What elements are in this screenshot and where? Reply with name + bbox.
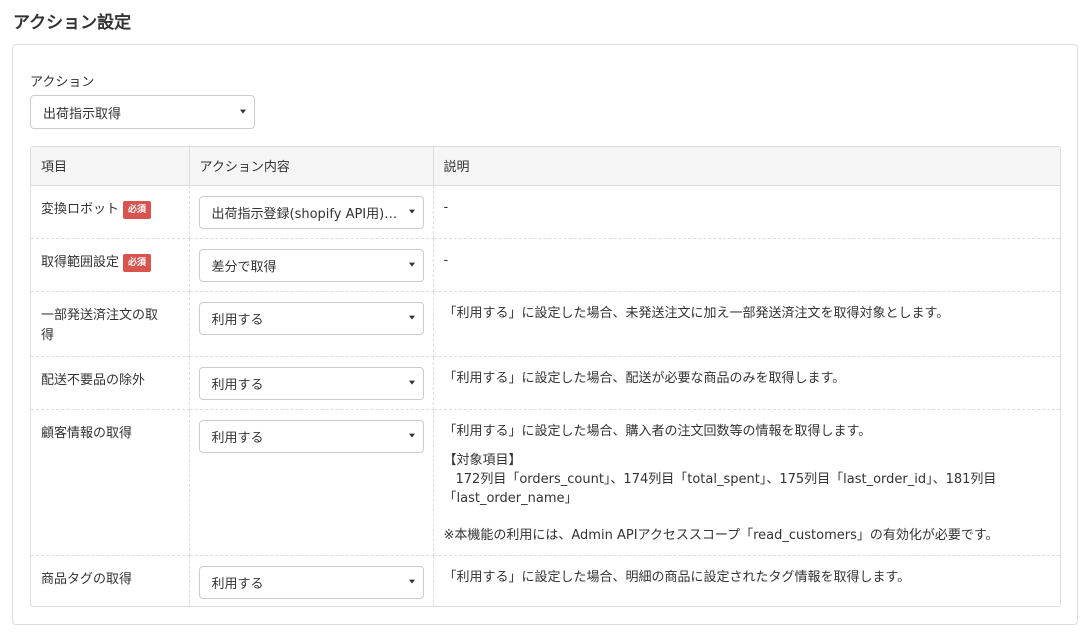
detail-line: 「last_order_name」 <box>443 490 578 506</box>
item-cell: 配送不要品の除外 <box>31 356 190 410</box>
item-label: 取得範囲設定 <box>41 254 120 270</box>
action-cell: 差分で取得 <box>189 238 434 292</box>
non-shipping-exclude-select[interactable]: 利用する <box>198 366 424 400</box>
item-label: 配送不要品の除外 <box>41 372 146 388</box>
item-cell: 変換ロボット 必須 <box>31 185 190 239</box>
select-value: 差分で取得 <box>211 259 277 275</box>
action-cell: 利用する <box>189 291 434 357</box>
action-cell: 利用する <box>189 555 434 606</box>
table-row: 取得範囲設定 必須 差分で取得 - <box>31 238 1060 292</box>
item-cell: 顧客情報の取得 <box>31 409 190 556</box>
description-text: - <box>443 199 449 215</box>
note-text: ※本機能の利用には、Admin APIアクセススコープ「read_custome… <box>443 527 999 543</box>
action-label: アクション <box>30 75 95 90</box>
header-description: 説明 <box>433 147 1060 186</box>
detail-title: 【対象項目】 <box>443 452 522 468</box>
caret-down-icon <box>408 433 415 438</box>
table-row: 配送不要品の除外 利用する 「利用する」に設定した場合、配送が必要な商品のみを取… <box>31 356 1060 410</box>
item-label: 顧客情報の取得 <box>41 425 133 441</box>
action-select-value: 出荷指示取得 <box>43 106 122 122</box>
table-row: 変換ロボット必須 出荷指示登録(shopify API用) - 既定 - <box>31 185 1060 239</box>
description-text: 「利用する」に設定した場合、配送が必要な商品のみを取得します。 <box>443 370 846 386</box>
range-select[interactable]: 差分で取得 <box>198 248 424 282</box>
table-row: 商品タグの取得 利用する 「利用する」に設定した場合、明細の商品に設定されたタグ… <box>31 555 1060 606</box>
description-cell: - <box>433 238 1060 292</box>
caret-down-icon <box>408 209 415 214</box>
action-cell: 利用する <box>189 409 434 556</box>
description-cell: 「利用する」に設定した場合、購入者の注文回数等の情報を取得します。 【対象項目】… <box>433 409 1060 556</box>
action-select[interactable]: 出荷指示取得 <box>30 95 255 129</box>
description-text: 「利用する」に設定した場合、未発送注文に加え一部発送済注文を取得対象とします。 <box>443 305 950 321</box>
page-title: アクション設定 <box>13 13 132 33</box>
description-text: 「利用する」に設定した場合、購入者の注文回数等の情報を取得します。 <box>443 423 872 439</box>
detail-line: 172列目「orders_count」、174列目「total_spent」、1… <box>455 471 997 487</box>
caret-down-icon <box>408 315 415 320</box>
customer-info-select[interactable]: 利用する <box>198 419 424 453</box>
product-tag-select[interactable]: 利用する <box>198 565 424 599</box>
header-item: 項目 <box>31 147 190 186</box>
description-cell: - <box>433 185 1060 239</box>
item-label: 一部発送済注文の取得 <box>41 307 159 343</box>
caret-down-icon <box>408 380 415 385</box>
caret-down-icon <box>408 579 415 584</box>
description-text: - <box>443 252 449 268</box>
description-cell: 「利用する」に設定した場合、配送が必要な商品のみを取得します。 <box>433 356 1060 410</box>
description-cell: 「利用する」に設定した場合、未発送注文に加え一部発送済注文を取得対象とします。 <box>433 291 1060 357</box>
table-row: 顧客情報の取得 利用する 「利用する」に設定した場合、購入者の注文回数等の情報を… <box>31 409 1060 556</box>
caret-down-icon <box>240 109 246 114</box>
partial-shipped-select[interactable]: 利用する <box>198 301 424 335</box>
select-value: 利用する <box>211 576 264 592</box>
table-row: 一部発送済注文の取得 利用する 「利用する」に設定した場合、未発送注文に加え一部… <box>31 291 1060 357</box>
item-cell: 取得範囲設定 必須 <box>31 238 190 292</box>
settings-table: 項目 アクション内容 説明 変換ロボット 必須 出荷指示登録(shopify AP… <box>30 146 1061 607</box>
required-badge: 必須 <box>123 200 152 219</box>
item-label: 商品タグの取得 <box>41 571 133 587</box>
item-cell: 一部発送済注文の取得 <box>31 291 190 357</box>
select-value: 利用する <box>211 377 264 393</box>
action-cell: 利用する <box>189 356 434 410</box>
header-action-content: アクション内容 <box>189 147 434 186</box>
item-cell: 商品タグの取得 <box>31 555 190 606</box>
description-text: 「利用する」に設定した場合、明細の商品に設定されたタグ情報を取得します。 <box>443 569 911 585</box>
select-value: 利用する <box>211 312 264 328</box>
robot-select[interactable]: 出荷指示登録(shopify API用) - 既定 <box>198 195 424 229</box>
action-cell: 出荷指示登録(shopify API用) - 既定 <box>189 185 434 239</box>
required-badge: 必須 <box>123 253 152 272</box>
caret-down-icon <box>408 262 415 267</box>
select-value: 利用する <box>211 430 264 446</box>
description-cell: 「利用する」に設定した場合、明細の商品に設定されたタグ情報を取得します。 <box>433 555 1060 606</box>
select-value: 出荷指示登録(shopify API用) - 既定 <box>211 206 399 222</box>
item-label: 変換ロボット <box>41 201 120 217</box>
